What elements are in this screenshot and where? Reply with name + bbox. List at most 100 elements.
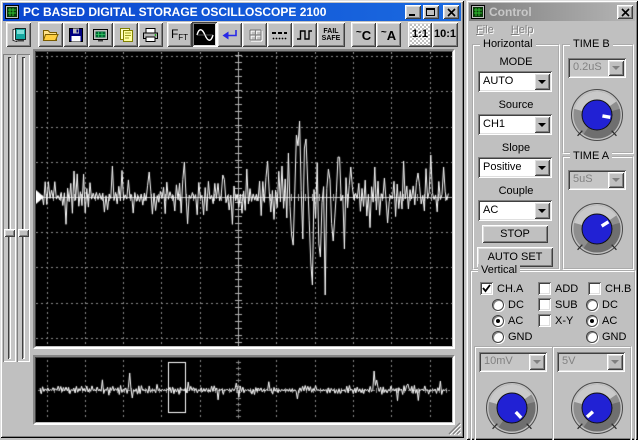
source-combobox[interactable]: CH1 xyxy=(478,114,552,135)
desktop: PC BASED DIGITAL STORAGE OSCILLOSCOPE 21… xyxy=(0,0,638,440)
slope-label: Slope xyxy=(501,142,531,154)
close-icon xyxy=(446,7,456,17)
failsafe-label-2: SAFE xyxy=(321,34,341,42)
coupling-c-button[interactable]: ~C xyxy=(351,22,376,47)
time-b-group: TIME B 0.2uS xyxy=(562,38,634,154)
position-slider-b[interactable] xyxy=(17,54,30,362)
control-titlebar[interactable]: Control xyxy=(469,3,635,21)
control-close-icon xyxy=(620,7,630,17)
maximize-button[interactable] xyxy=(423,5,439,19)
slider-groove xyxy=(22,57,25,359)
fft-button[interactable]: FFT xyxy=(167,22,192,47)
ch-a-ac-label: AC xyxy=(508,315,524,327)
mode-combobox[interactable]: AUTO xyxy=(478,71,552,92)
time-b-dropdown-button[interactable] xyxy=(608,60,624,76)
chevron-down-icon xyxy=(533,360,541,368)
chevron-down-icon xyxy=(538,79,546,88)
minimize-button[interactable] xyxy=(405,5,421,19)
resize-grip[interactable] xyxy=(448,422,461,435)
waveform-display-button[interactable] xyxy=(192,22,217,47)
return-arrow-icon xyxy=(222,29,237,39)
grid-button[interactable] xyxy=(242,22,267,47)
ch-a-range-combobox[interactable]: 10mV xyxy=(479,352,547,372)
save-button[interactable] xyxy=(63,22,88,47)
couple-dropdown-button[interactable] xyxy=(534,202,550,219)
control-window: Control File Help Horizontal MODE AUTO S… xyxy=(466,0,638,440)
time-b-combobox[interactable]: 0.2uS xyxy=(568,58,626,78)
coupling-a-button[interactable]: ~A xyxy=(376,22,401,47)
ch-a-dc-label: DC xyxy=(508,299,524,311)
ch-b-knob[interactable] xyxy=(568,379,626,437)
time-a-dropdown-button[interactable] xyxy=(608,172,624,188)
ch-a-dc-radio[interactable] xyxy=(492,299,504,311)
screen-capture-icon xyxy=(93,28,108,41)
ch-a-range-dropdown-button[interactable] xyxy=(529,354,545,370)
printer-icon xyxy=(143,27,158,42)
ch-a-gnd-radio[interactable] xyxy=(492,331,504,343)
failsafe-button[interactable]: FAIL SAFE xyxy=(317,22,345,47)
time-a-combobox[interactable]: 5uS xyxy=(568,170,626,190)
time-b-knob[interactable] xyxy=(568,86,626,144)
menu-file[interactable]: File xyxy=(476,24,494,36)
ch-a-checkbox[interactable] xyxy=(480,282,493,295)
mode-value: AUTO xyxy=(483,75,514,87)
square-wave-button[interactable] xyxy=(292,22,317,47)
xy-checkbox[interactable] xyxy=(538,314,551,327)
vertical-group: Vertical CH.A ADD CH.B DC SUB DC AC X-Y … xyxy=(470,264,636,440)
mode-dropdown-button[interactable] xyxy=(534,73,550,90)
print-button[interactable] xyxy=(138,22,163,47)
dotted-line-button[interactable] xyxy=(267,22,292,47)
ch-a-ac-radio[interactable] xyxy=(492,315,504,327)
minimize-icon xyxy=(409,14,415,16)
ch-a-knob[interactable] xyxy=(483,379,541,437)
capture-screen-button[interactable] xyxy=(88,22,113,47)
sub-label: SUB xyxy=(555,299,578,311)
probe-10-1-button[interactable]: 10:1 xyxy=(432,22,458,47)
ch-b-range-value: 5V xyxy=(562,355,576,367)
chevron-down-icon xyxy=(538,122,546,131)
ch-b-ac-radio[interactable] xyxy=(586,315,598,327)
source-dropdown-button[interactable] xyxy=(534,116,550,133)
position-slider-a[interactable] xyxy=(3,54,16,362)
ch-b-checkbox[interactable] xyxy=(588,282,601,295)
control-app-icon xyxy=(471,5,485,19)
ch-b-gnd-label: GND xyxy=(602,331,627,343)
ch-b-range-dropdown-button[interactable] xyxy=(607,354,623,370)
stop-button[interactable]: STOP xyxy=(482,225,548,243)
slope-combobox[interactable]: Positive xyxy=(478,157,552,178)
ch-b-dc-label: DC xyxy=(602,299,618,311)
slope-dropdown-button[interactable] xyxy=(534,159,550,176)
time-a-group-label: TIME A xyxy=(570,150,613,162)
close-button[interactable] xyxy=(443,5,459,19)
recall-button[interactable] xyxy=(217,22,242,47)
radio-dot xyxy=(590,319,594,323)
copy-notes-button[interactable] xyxy=(113,22,138,47)
scope-display[interactable] xyxy=(33,49,455,349)
ch-b-range-combobox[interactable]: 5V xyxy=(557,352,625,372)
chevron-down-icon xyxy=(612,66,620,74)
source-value: CH1 xyxy=(483,118,506,130)
slider-a-thumb[interactable] xyxy=(4,229,15,237)
mode-label: MODE xyxy=(499,56,533,68)
main-titlebar[interactable]: PC BASED DIGITAL STORAGE OSCILLOSCOPE 21… xyxy=(3,3,461,21)
add-checkbox[interactable] xyxy=(538,282,551,295)
ch-a-range-value: 10mV xyxy=(484,355,513,367)
main-window-title: PC BASED DIGITAL STORAGE OSCILLOSCOPE 21… xyxy=(23,5,327,19)
overview-display[interactable] xyxy=(33,355,455,425)
slope-value: Positive xyxy=(483,161,522,173)
couple-combobox[interactable]: AC xyxy=(478,200,552,221)
time-a-knob[interactable] xyxy=(568,200,626,258)
coupling-c-label: ~C xyxy=(355,26,372,43)
ch-b-dc-radio[interactable] xyxy=(586,299,598,311)
control-close-button[interactable] xyxy=(617,5,633,19)
probe-1-1-button[interactable]: 1:1 xyxy=(408,22,432,47)
ch-b-gnd-radio[interactable] xyxy=(586,331,598,343)
exit-button[interactable] xyxy=(6,22,31,47)
horizontal-group-label: Horizontal xyxy=(480,38,536,50)
slider-b-thumb[interactable] xyxy=(18,229,29,237)
menu-help[interactable]: Help xyxy=(511,24,534,36)
slider-groove xyxy=(8,57,11,359)
couple-label: Couple xyxy=(498,185,534,197)
open-file-button[interactable] xyxy=(38,22,63,47)
sub-checkbox[interactable] xyxy=(538,298,551,311)
